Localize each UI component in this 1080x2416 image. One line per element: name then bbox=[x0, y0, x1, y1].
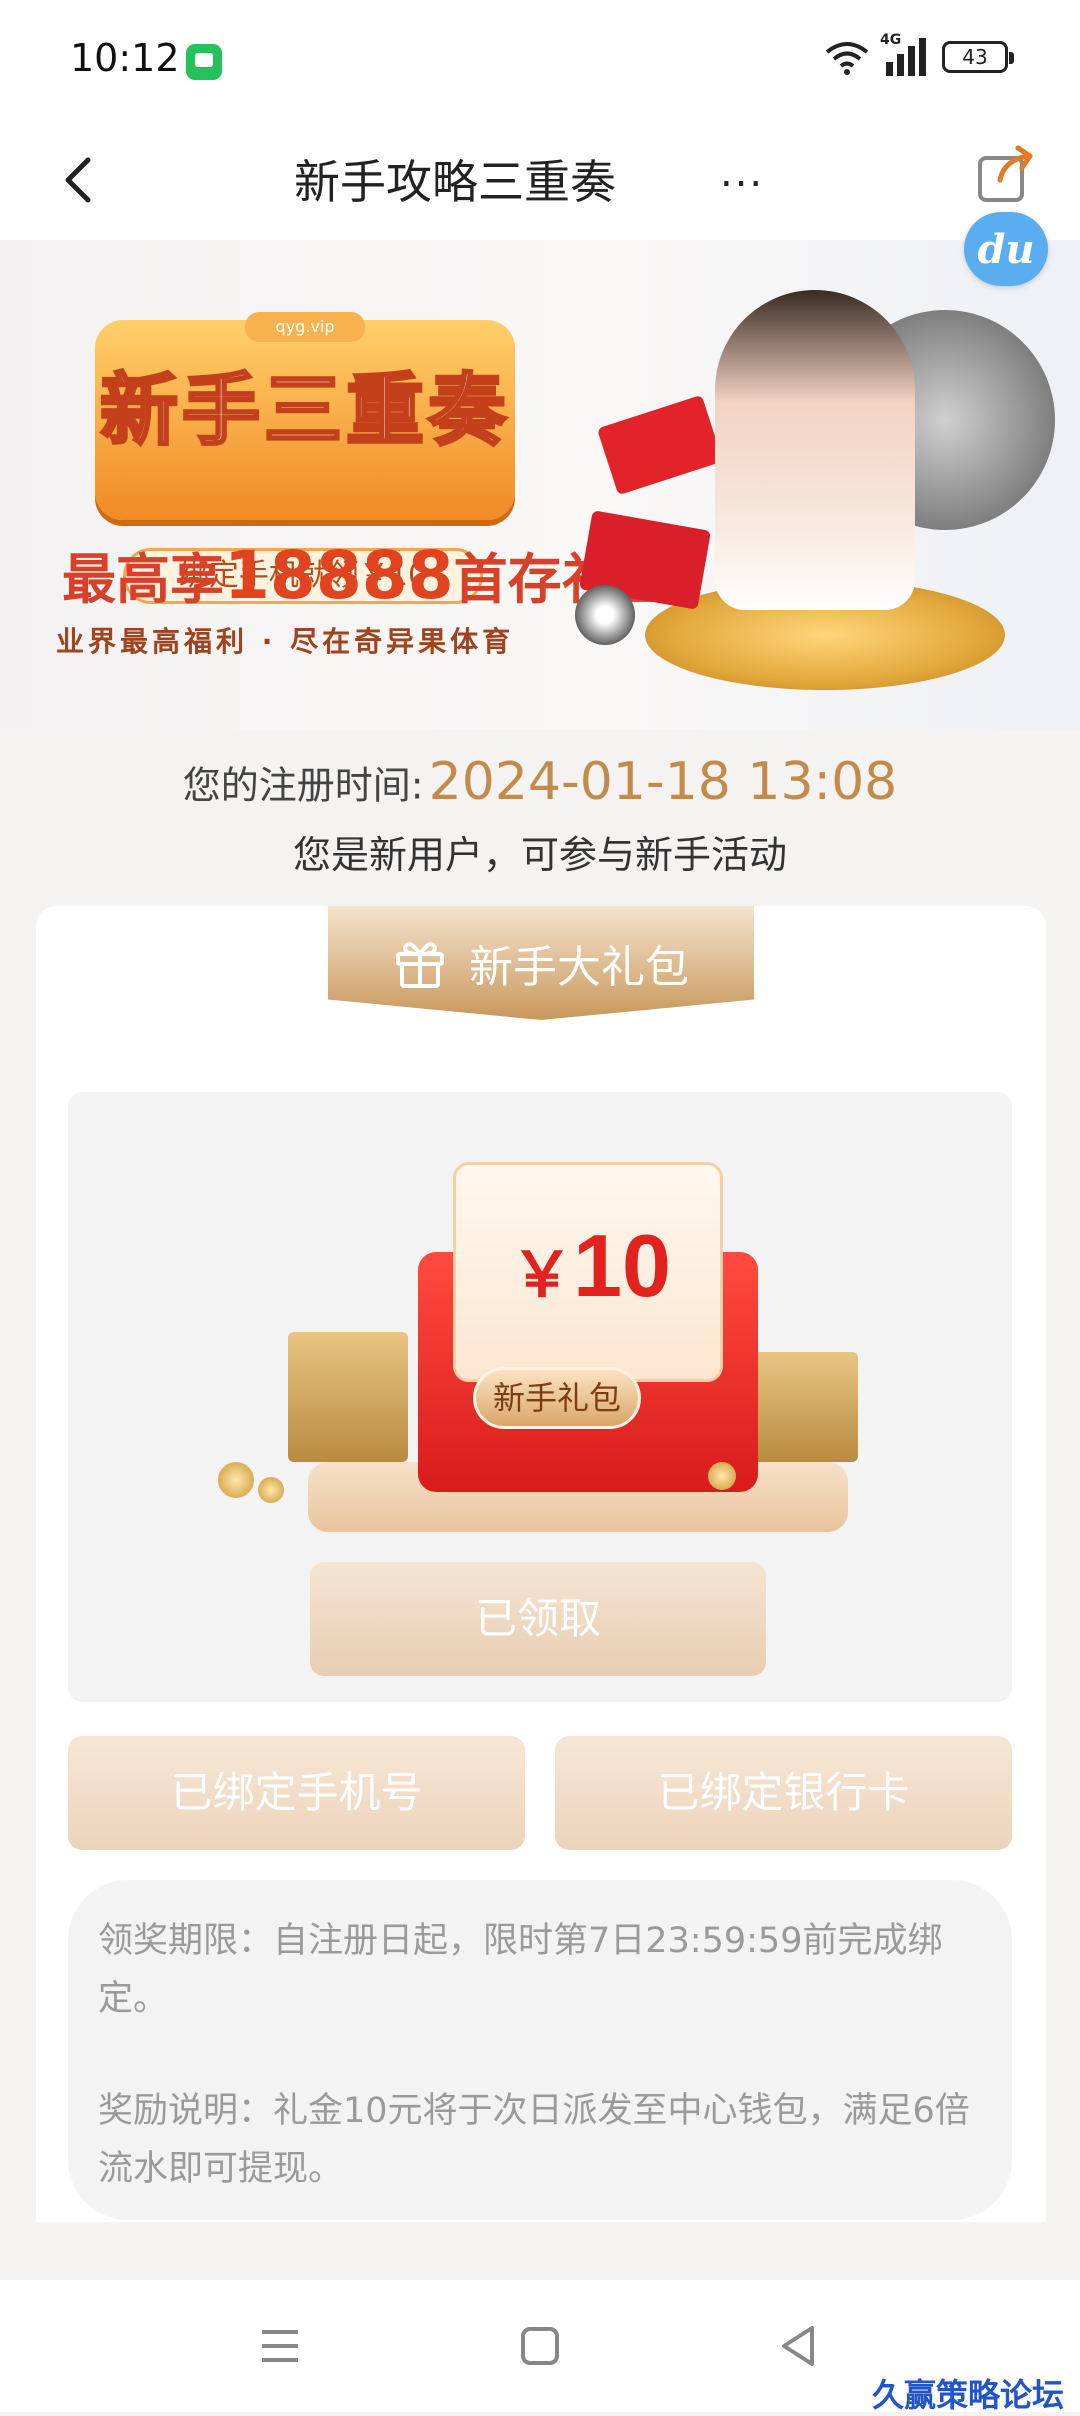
status-icons: 4G 43 bbox=[824, 32, 1014, 76]
gift-box-image bbox=[288, 1332, 408, 1462]
bind-bank-card-button[interactable]: 已绑定银行卡 bbox=[555, 1736, 1012, 1850]
banner-max-amount: 18888 bbox=[224, 537, 454, 614]
rules-box: 领奖期限：自注册日起，限时第7日23:59:59前完成绑定。 奖励说明：礼金10… bbox=[68, 1880, 1012, 2220]
message-app-icon bbox=[186, 44, 222, 80]
coin-image bbox=[258, 1477, 284, 1503]
signal-icon: 4G bbox=[880, 32, 926, 76]
more-menu-button[interactable]: ... bbox=[720, 150, 764, 196]
banner-illustration bbox=[575, 250, 1065, 720]
home-icon[interactable] bbox=[514, 2320, 566, 2372]
voucher-tag: 新手礼包 bbox=[473, 1367, 641, 1429]
voucher-ticket: ￥10 bbox=[453, 1162, 723, 1382]
status-bar: 10:12 4G 43 bbox=[0, 0, 1080, 120]
top-app-bar: 新手攻略三重奏 ... bbox=[0, 120, 1080, 240]
status-time: 10:12 bbox=[70, 36, 180, 80]
share-icon[interactable] bbox=[974, 142, 1038, 206]
voucher-amount: 10 bbox=[573, 1216, 671, 1315]
rule-deadline: 领奖期限：自注册日起，限时第7日23:59:59前完成绑定。 bbox=[98, 1921, 943, 2019]
gift-box-image bbox=[596, 394, 724, 496]
registration-time-row: 您的注册时间: 2024-01-18 13:08 bbox=[0, 752, 1080, 812]
banner-slogan: 业界最高福利 · 尽在奇异果体育 bbox=[56, 625, 515, 658]
bind-phone-button[interactable]: 已绑定手机号 bbox=[68, 1736, 525, 1850]
model-image bbox=[715, 290, 915, 610]
banner-title-badge: qyg.vip 新手三重奏 绑定手机就领￥10 bbox=[95, 312, 515, 604]
promo-banner[interactable]: qyg.vip 新手三重奏 绑定手机就领￥10 最高享18888首存礼金 业界最… bbox=[0, 240, 1080, 730]
gift-pack-ribbon: 新手大礼包 bbox=[328, 906, 754, 1020]
battery-icon: 43 bbox=[942, 41, 1014, 73]
registration-label: 您的注册时间: bbox=[182, 763, 424, 808]
network-type: 4G bbox=[880, 32, 902, 48]
rule-reward: 奖励说明：礼金10元将于次日派发至中心钱包，满足6倍流水即可提现。 bbox=[98, 2091, 970, 2189]
gift-box-image bbox=[748, 1352, 858, 1462]
gift-pack-title: 新手大礼包 bbox=[469, 942, 689, 993]
banner-max-prefix: 最高享 bbox=[62, 548, 224, 611]
registration-time: 2024-01-18 13:08 bbox=[428, 752, 898, 812]
page-title: 新手攻略三重奏 bbox=[294, 155, 616, 209]
coin-image bbox=[708, 1462, 736, 1490]
gift-icon bbox=[393, 936, 447, 990]
floating-du-button[interactable]: du bbox=[964, 212, 1048, 286]
football-image bbox=[575, 585, 635, 645]
new-user-note: 您是新用户，可参与新手活动 bbox=[292, 833, 787, 877]
banner-site: qyg.vip bbox=[245, 312, 365, 342]
red-envelope-illustration: ￥10 新手礼包 bbox=[188, 1132, 888, 1552]
banner-headline: 新手三重奏 bbox=[98, 365, 510, 458]
back-icon[interactable] bbox=[772, 2320, 824, 2372]
voucher-value: ￥10 bbox=[456, 1215, 726, 1317]
wifi-icon bbox=[824, 38, 870, 76]
voucher-currency: ￥ bbox=[511, 1241, 574, 1310]
menu-icon[interactable] bbox=[254, 2320, 306, 2372]
coin-image bbox=[218, 1462, 254, 1498]
claimed-button[interactable]: 已领取 bbox=[310, 1562, 766, 1676]
watermark: 久赢策略论坛 bbox=[871, 2376, 1064, 2414]
gift-pack-card: 新手大礼包 ￥10 新手礼包 已领取 已绑定手机号 已绑定银行卡 领奖期限：自注… bbox=[36, 906, 1046, 2222]
voucher-panel: ￥10 新手礼包 已领取 bbox=[68, 1092, 1012, 1702]
bind-status-row: 已绑定手机号 已绑定银行卡 bbox=[68, 1736, 1012, 1850]
